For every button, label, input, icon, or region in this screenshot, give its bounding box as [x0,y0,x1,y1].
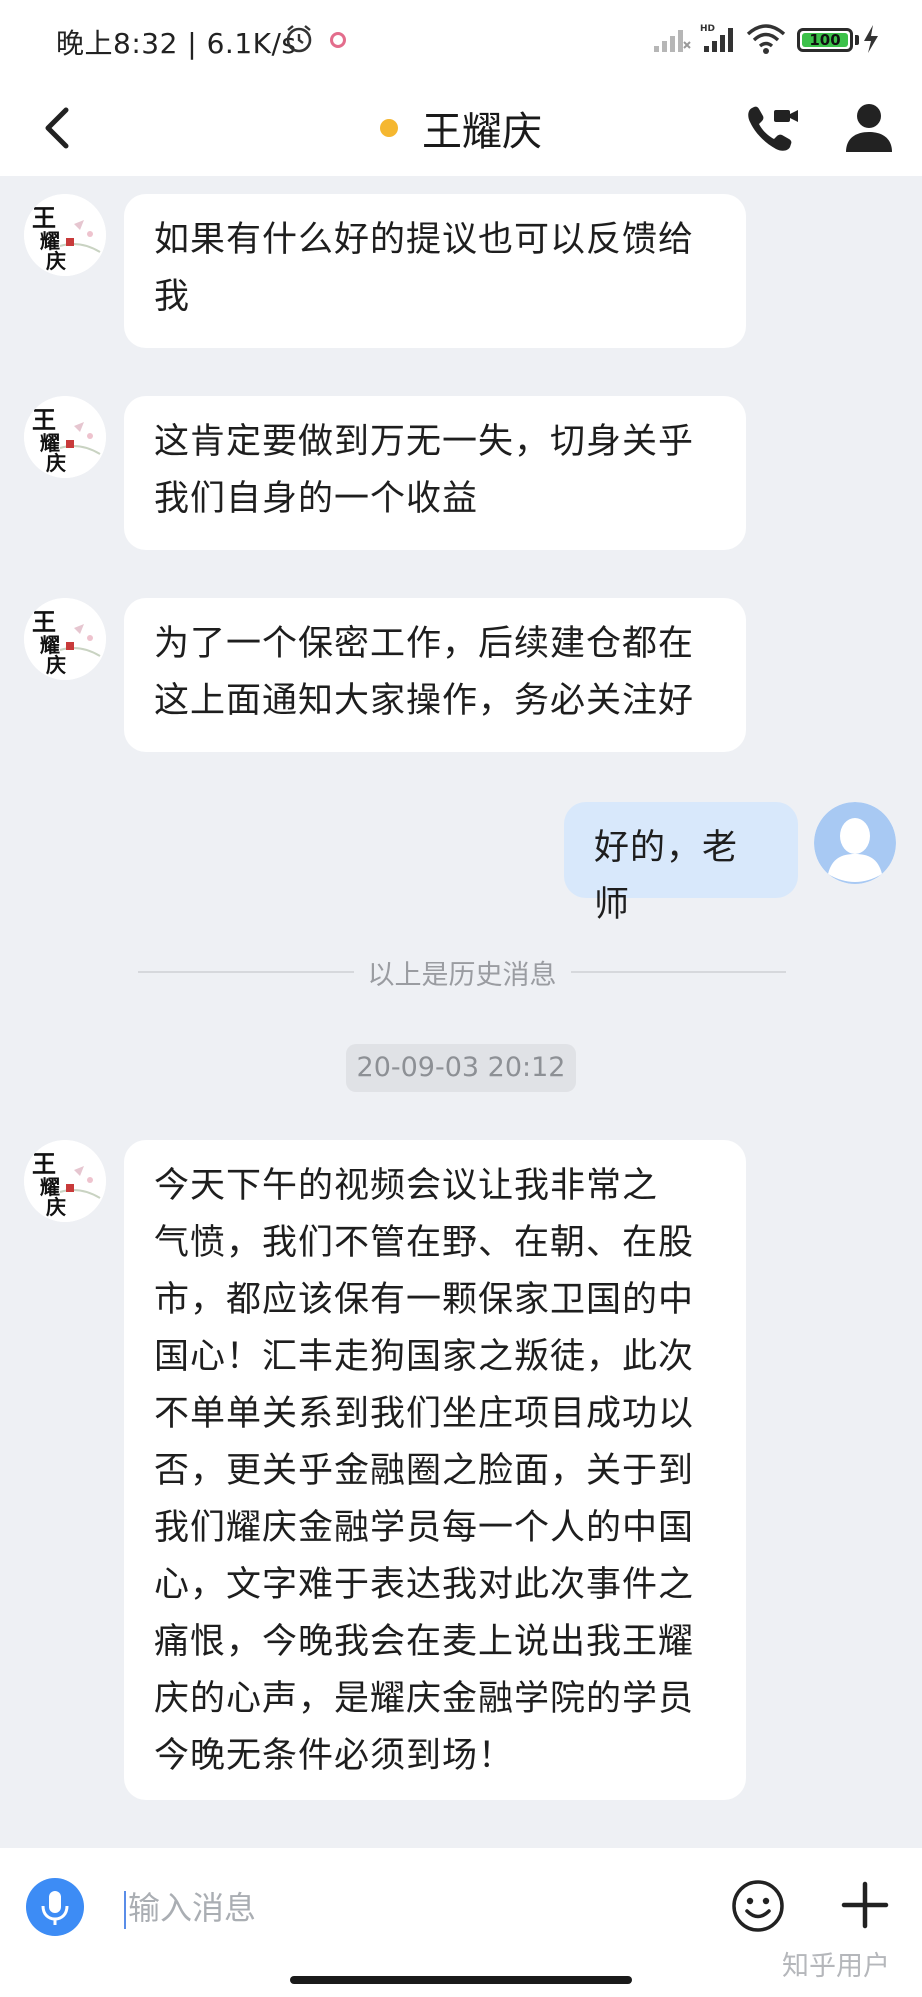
status-bar: 晚上8:32 | 6.1K/s HD 100 [0,0,922,80]
plus-icon[interactable] [840,1880,890,1930]
text-caret [124,1891,126,1929]
history-divider-label: 以上是历史消息 [367,959,557,991]
charging-icon [864,25,878,53]
message-line: 心，文字难于表达我对此次事件之 [154,1565,695,1605]
svg-text:庆: 庆 [46,653,66,677]
divider-line [138,971,354,973]
calligraphy-avatar-icon: 王 耀 庆 [24,194,106,276]
mic-icon [41,1891,69,1925]
calligraphy-avatar-icon: 王 耀 庆 [24,598,106,680]
message-line: 不单单关系到我们坐庄项目成功以 [154,1394,695,1434]
svg-text:庆: 庆 [46,249,66,273]
home-indicator[interactable] [290,1976,632,1984]
message-line: 这上面通知大家操作，务必关注好 [154,681,695,721]
contact-avatar[interactable]: 王 耀 庆 [24,1140,106,1222]
default-user-avatar-icon [814,802,896,884]
voice-input-button[interactable] [26,1878,84,1936]
svg-text:庆: 庆 [46,451,66,475]
message-line: 市，都应该保有一颗保家卫国的中 [154,1280,695,1320]
profile-icon[interactable] [842,100,896,156]
message-bubble[interactable]: 如果有什么好的提议也可以反馈给 我 [124,194,746,348]
message-input-placeholder: 输入消息 [128,1889,257,1927]
online-status-dot [380,119,398,137]
status-time-speed: 晚上8:32 | 6.1K/s [56,27,297,60]
notification-dot-icon [330,32,346,48]
message-line: 否，更关乎金融圈之脸面，关于到 [154,1451,695,1491]
svg-text:王: 王 [32,405,56,434]
video-call-icon[interactable] [744,102,800,156]
contact-avatar[interactable]: 王 耀 庆 [24,598,106,680]
emoji-icon[interactable] [730,1878,786,1934]
battery-level: 100 [802,33,848,48]
svg-text:王: 王 [32,203,56,232]
message-line: 庆的心声，是耀庆金融学院的学员 [154,1679,695,1719]
message-input-bar: 输入消息 知乎用户 [0,1848,922,1997]
svg-text:HD: HD [700,24,715,34]
message-line: 痛恨，今晚我会在麦上说出我王耀 [154,1622,695,1662]
svg-text:王: 王 [32,1149,56,1178]
message-line: 好的，老师 [594,828,739,925]
message-line: 今晚无条件必须到场！ [154,1736,515,1776]
chat-header: 王耀庆 [0,80,922,176]
divider-line [570,971,786,973]
message-line: 如果有什么好的提议也可以反馈给 [154,220,695,260]
watermark: 知乎用户 [782,1951,890,1982]
svg-text:庆: 庆 [46,1195,66,1219]
message-bubble[interactable]: 今天下午的视频会议让我非常之 气愤，我们不管在野、在朝、在股 市，都应该保有一颗… [124,1140,746,1800]
signal-icon [654,30,691,52]
my-avatar[interactable] [814,802,896,884]
message-line: 今天下午的视频会议让我非常之 [154,1166,659,1206]
message-line: 我 [154,277,191,317]
my-message-bubble[interactable]: 好的，老师 [564,802,798,925]
alarm-icon [286,25,312,53]
message-line: 这肯定要做到万无一失，切身关乎 [154,422,695,462]
hd-signal-icon: HD [700,24,733,52]
calligraphy-avatar-icon: 王 耀 庆 [24,1140,106,1222]
contact-avatar[interactable]: 王 耀 庆 [24,396,106,478]
message-line: 为了一个保密工作，后续建仓都在 [154,624,695,664]
calligraphy-avatar-icon: 王 耀 庆 [24,396,106,478]
contact-avatar[interactable]: 王 耀 庆 [24,194,106,276]
battery-cap [855,35,859,45]
battery-icon: 100 [797,28,853,52]
message-timestamp: 20-09-03 20:12 [346,1044,576,1092]
chat-title: 王耀庆 [422,109,542,155]
message-bubble[interactable]: 为了一个保密工作，后续建仓都在 这上面通知大家操作，务必关注好 [124,598,746,752]
message-line: 气愤，我们不管在野、在朝、在股 [154,1223,695,1263]
message-line: 我们耀庆金融学员每一个人的中国 [154,1508,695,1548]
message-line: 国心！汇丰走狗国家之叛徒，此次 [154,1337,695,1377]
message-bubble[interactable]: 这肯定要做到万无一失，切身关乎 我们自身的一个收益 [124,396,746,550]
svg-text:王: 王 [32,607,56,636]
history-divider: 以上是历史消息 [138,952,786,992]
wifi-icon [746,24,786,54]
message-input[interactable]: 输入消息 [124,1882,684,1934]
message-line: 我们自身的一个收益 [154,479,479,519]
